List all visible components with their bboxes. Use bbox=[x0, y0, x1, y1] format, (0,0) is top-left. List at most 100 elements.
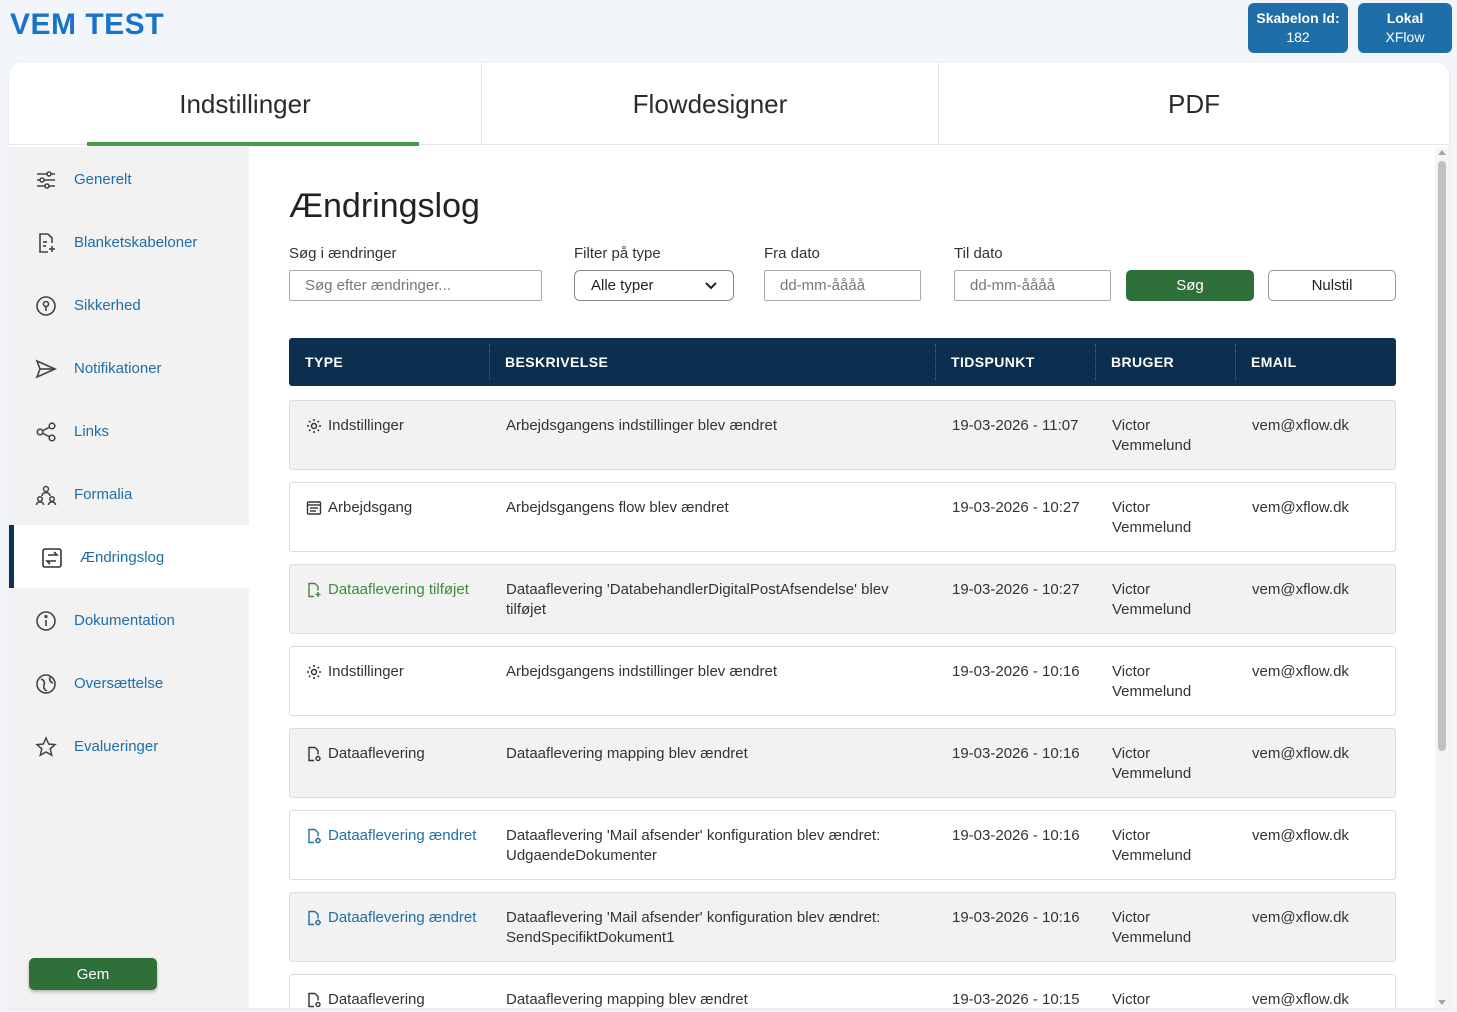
column-header-type: TYPE bbox=[305, 354, 344, 370]
page-title: Ændringslog bbox=[289, 187, 480, 225]
save-button[interactable]: Gem bbox=[29, 958, 157, 990]
row-email: vem@xflow.dk bbox=[1252, 827, 1349, 844]
row-description: Arbejdsgangens indstillinger blev ændret bbox=[506, 417, 777, 434]
row-timestamp: 19-03-2026 - 10:16 bbox=[952, 909, 1080, 926]
row-user: Victor bbox=[1112, 991, 1151, 1008]
tab-flowdesigner[interactable]: Flowdesigner bbox=[482, 63, 939, 145]
share-icon bbox=[36, 422, 56, 442]
sidebar-item-evalueringer[interactable]: Evalueringer bbox=[9, 714, 249, 777]
table-row[interactable]: Dataaflevering tilføjet Dataaflevering 'D… bbox=[289, 564, 1396, 634]
row-type: Indstillinger bbox=[306, 416, 404, 436]
row-user: Victor Vemmelund bbox=[1112, 745, 1192, 782]
tab-pdf[interactable]: PDF bbox=[939, 63, 1449, 145]
template-id-label: Skabelon Id: bbox=[1256, 10, 1340, 26]
row-description: Dataaflevering 'Mail afsender' konfigura… bbox=[506, 827, 881, 864]
swap-icon bbox=[42, 548, 62, 568]
to-date-label: Til dato bbox=[954, 245, 1003, 262]
sidebar-item-formalia[interactable]: Formalia bbox=[9, 462, 249, 525]
row-type-label: Dataaflevering ændret bbox=[328, 827, 477, 844]
sidebar-item-dokumentation[interactable]: Dokumentation bbox=[9, 588, 249, 651]
row-email: vem@xflow.dk bbox=[1252, 663, 1349, 680]
sidebar-item-aendringslog[interactable]: Ændringslog bbox=[9, 525, 249, 588]
sidebar-item-links[interactable]: Links bbox=[9, 399, 249, 462]
sidebar-item-oversaettelse[interactable]: Oversættelse bbox=[9, 651, 249, 714]
reset-button[interactable]: Nulstil bbox=[1268, 270, 1396, 301]
row-timestamp: 19-03-2026 - 10:27 bbox=[952, 499, 1080, 516]
environment-badge[interactable]: Lokal XFlow bbox=[1358, 3, 1452, 53]
tab-label: Indstillinger bbox=[179, 88, 311, 119]
row-description: Arbejdsgangens flow blev ændret bbox=[506, 499, 729, 516]
sidebar-item-label: Dokumentation bbox=[74, 612, 175, 629]
table-row[interactable]: Indstillinger Arbejdsgangens indstillinge… bbox=[289, 646, 1396, 716]
type-filter-select[interactable]: Alle typer bbox=[574, 270, 734, 301]
tab-indstillinger[interactable]: Indstillinger bbox=[9, 63, 482, 146]
scroll-up-icon[interactable] bbox=[1438, 150, 1446, 155]
sidebar: Generelt Blanketskabeloner Sikkerhed Not… bbox=[9, 147, 249, 1008]
template-id-badge[interactable]: Skabelon Id: 182 bbox=[1248, 3, 1348, 53]
sidebar-item-label: Links bbox=[74, 423, 110, 440]
tab-label: Flowdesigner bbox=[632, 88, 788, 119]
row-description: Dataaflevering 'Mail afsender' konfigura… bbox=[506, 909, 881, 946]
file-settings-icon bbox=[306, 746, 328, 762]
row-user: Victor Vemmelund bbox=[1112, 909, 1192, 946]
column-separator bbox=[1095, 344, 1096, 380]
sidebar-item-notifikationer[interactable]: Notifikationer bbox=[9, 336, 249, 399]
table-row[interactable]: Dataaflevering ændret Dataaflevering 'Mai… bbox=[289, 810, 1396, 880]
row-timestamp: 19-03-2026 - 11:07 bbox=[952, 417, 1079, 434]
sidebar-item-label: Generelt bbox=[74, 171, 132, 188]
to-date-input[interactable]: dd-mm-åååå bbox=[954, 270, 1111, 301]
search-input[interactable]: Søg efter ændringer... bbox=[289, 270, 542, 301]
row-timestamp: 19-03-2026 - 10:27 bbox=[952, 581, 1080, 598]
sidebar-item-blanketskabeloner[interactable]: Blanketskabeloner bbox=[9, 210, 249, 273]
column-separator bbox=[1235, 344, 1236, 380]
translate-icon bbox=[36, 674, 56, 694]
search-button[interactable]: Søg bbox=[1126, 270, 1254, 301]
row-email: vem@xflow.dk bbox=[1252, 581, 1349, 598]
row-user: Victor Vemmelund bbox=[1112, 827, 1192, 864]
scroll-down-icon[interactable] bbox=[1438, 1000, 1446, 1005]
flow-icon bbox=[306, 500, 328, 516]
scrollbar[interactable] bbox=[1435, 147, 1449, 1008]
row-type-label: Indstillinger bbox=[328, 417, 404, 434]
search-label: Søg i ændringer bbox=[289, 245, 397, 262]
sidebar-item-sikkerhed[interactable]: Sikkerhed bbox=[9, 273, 249, 336]
send-icon bbox=[35, 359, 57, 379]
sidebar-item-label: Oversættelse bbox=[74, 675, 164, 692]
row-description: Arbejdsgangens indstillinger blev ændret bbox=[506, 663, 777, 680]
row-type-label: Dataaflevering bbox=[328, 745, 425, 762]
column-header-description: BESKRIVELSE bbox=[505, 354, 609, 370]
sidebar-item-label: Sikkerhed bbox=[74, 297, 141, 314]
row-description: Dataaflevering mapping blev ændret bbox=[506, 991, 748, 1008]
column-header-time: TIDSPUNKT bbox=[951, 354, 1035, 370]
people-icon bbox=[35, 485, 57, 506]
row-type-label: Indstillinger bbox=[328, 663, 404, 680]
row-type: Dataaflevering tilføjet bbox=[306, 580, 469, 600]
table-header: TYPE BESKRIVELSE TIDSPUNKT BRUGER EMAIL bbox=[289, 338, 1396, 386]
row-user: Victor Vemmelund bbox=[1112, 581, 1192, 618]
from-date-input[interactable]: dd-mm-åååå bbox=[764, 270, 921, 301]
row-email: vem@xflow.dk bbox=[1252, 909, 1349, 926]
table-row[interactable]: Arbejdsgang Arbejdsgangens flow blev ændr… bbox=[289, 482, 1396, 552]
file-edit-icon bbox=[306, 828, 328, 844]
row-description: Dataaflevering mapping blev ændret bbox=[506, 745, 748, 762]
file-add-icon bbox=[306, 582, 328, 598]
table-row[interactable]: Indstillinger Arbejdsgangens indstillinge… bbox=[289, 400, 1396, 470]
settings-icon bbox=[306, 664, 328, 680]
row-type-label: Dataaflevering ændret bbox=[328, 909, 477, 926]
table-row[interactable]: Dataaflevering Dataaflevering mapping ble… bbox=[289, 974, 1396, 1008]
active-indicator bbox=[9, 525, 14, 588]
sidebar-item-label: Notifikationer bbox=[74, 360, 162, 377]
sidebar-item-label: Ændringslog bbox=[80, 549, 165, 566]
sidebar-item-generelt[interactable]: Generelt bbox=[9, 147, 249, 210]
column-separator bbox=[489, 344, 490, 380]
tab-label: PDF bbox=[1168, 88, 1220, 119]
table-row[interactable]: Dataaflevering Dataaflevering mapping ble… bbox=[289, 728, 1396, 798]
scrollbar-thumb[interactable] bbox=[1438, 161, 1446, 751]
type-filter-label: Filter på type bbox=[574, 245, 661, 262]
from-date-label: Fra dato bbox=[764, 245, 820, 262]
row-type: Arbejdsgang bbox=[306, 498, 412, 518]
sidebar-item-label: Formalia bbox=[74, 486, 133, 503]
row-email: vem@xflow.dk bbox=[1252, 417, 1349, 434]
table-row[interactable]: Dataaflevering ændret Dataaflevering 'Mai… bbox=[289, 892, 1396, 962]
row-type-label: Dataaflevering tilføjet bbox=[328, 581, 469, 598]
